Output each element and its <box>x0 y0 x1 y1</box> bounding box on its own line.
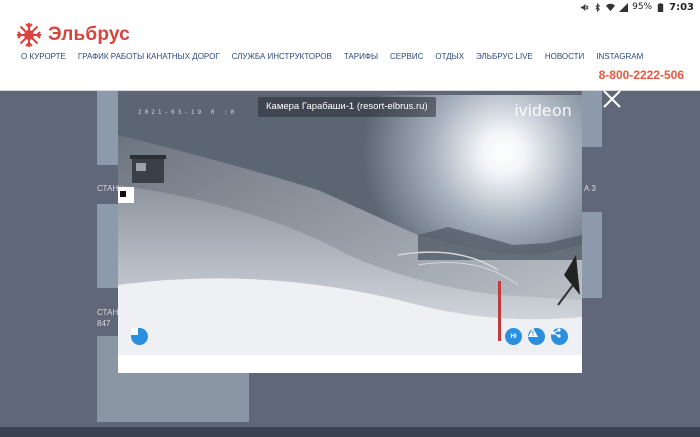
wifi-icon <box>606 3 616 11</box>
main-nav: О курорте График работы канатных дорог С… <box>21 52 643 61</box>
share-button[interactable] <box>551 328 568 345</box>
status-icons: 95% 7:03 <box>580 1 694 13</box>
logo[interactable]: Эльбрус <box>16 22 130 48</box>
nav-item-lift-schedule[interactable]: График работы канатных дорог <box>78 52 220 61</box>
camera-label: 847 <box>97 319 111 328</box>
nav-item-service[interactable]: Сервис <box>390 52 423 61</box>
page-footer-strip <box>0 427 700 437</box>
nav-item-elbrus-live[interactable]: Эльбрус LIVE <box>476 52 533 61</box>
site-header: Эльбрус О курорте График работы канатных… <box>0 14 700 91</box>
nav-item-instagram[interactable]: Instagram <box>596 52 643 61</box>
close-icon[interactable] <box>602 89 622 109</box>
camera-thumbnail[interactable] <box>97 91 118 165</box>
video-player[interactable]: 2021-03-19 0 :0 Камера Гарабаши-1 (resor… <box>118 95 582 355</box>
logo-snowflake-icon <box>17 23 41 47</box>
camera-label: СТАН <box>97 184 119 193</box>
phone-number[interactable]: 8-800-2222-506 <box>599 68 684 82</box>
camera-thumbnail[interactable] <box>582 91 602 147</box>
clock: 7:03 <box>669 1 694 13</box>
video-timestamp: 2021-03-19 0 :0 <box>138 109 238 116</box>
share-icon <box>551 328 561 338</box>
camera-thumbnail[interactable] <box>582 212 602 298</box>
nav-item-news[interactable]: Новости <box>545 52 584 61</box>
nav-item-prices[interactable]: Тарифы <box>344 52 378 61</box>
report-button[interactable] <box>528 328 545 345</box>
ivideon-watermark: ivideon <box>514 101 572 120</box>
stop-button[interactable] <box>131 328 148 345</box>
status-bar: 95% 7:03 <box>0 0 700 14</box>
nav-item-about[interactable]: О курорте <box>21 52 66 61</box>
battery-icon <box>657 2 664 12</box>
warning-icon <box>528 328 538 337</box>
nav-item-instructors[interactable]: Служба инструкторов <box>232 52 332 61</box>
camera-thumbnail[interactable] <box>97 204 118 288</box>
camera-label: А 3 <box>584 184 597 193</box>
bluetooth-icon <box>595 2 601 12</box>
stop-icon <box>131 328 138 335</box>
battery-percent: 95% <box>632 2 653 12</box>
nav-item-leisure[interactable]: Отдых <box>435 52 464 61</box>
camera-label: СТАН <box>97 308 119 317</box>
webcam-frame <box>118 95 582 355</box>
mute-icon <box>581 3 589 11</box>
signal-icon <box>619 2 629 12</box>
camera-modal: 2021-03-19 0 :0 Камера Гарабаши-1 (resor… <box>118 95 582 373</box>
quality-button[interactable]: HI <box>505 328 522 345</box>
camera-title: Камера Гарабаши-1 (resort-elbrus.ru) <box>258 97 436 117</box>
logo-text: Эльбрус <box>48 24 130 45</box>
